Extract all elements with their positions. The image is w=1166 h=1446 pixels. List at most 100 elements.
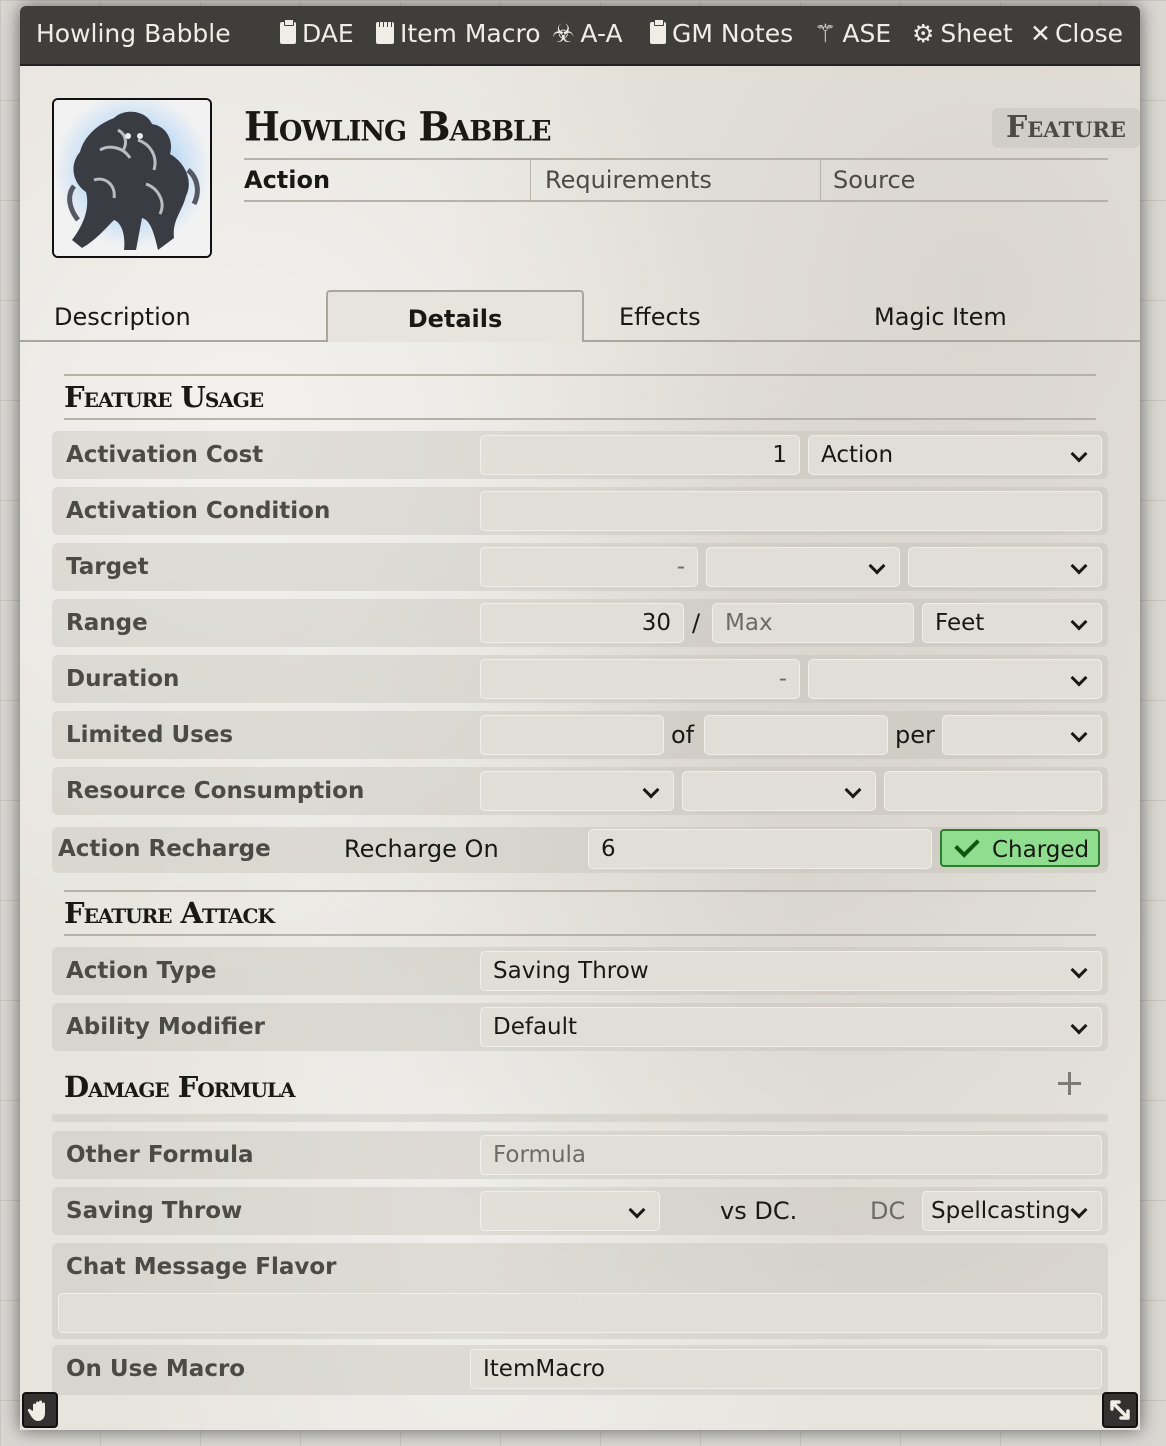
other-formula-label: Other Formula — [66, 1142, 254, 1168]
header-cell-divider — [820, 160, 821, 200]
recharge-value-input[interactable]: 6 — [588, 829, 932, 869]
damage-parts-list — [52, 1114, 1108, 1122]
consume-target-select[interactable] — [682, 771, 876, 811]
uses-per-text: per — [895, 721, 935, 749]
tab-underline — [20, 340, 326, 342]
close-button-label: Close — [1054, 19, 1124, 48]
requirements-field[interactable]: Requirements — [545, 160, 712, 200]
window-title: Howling Babble — [36, 19, 231, 48]
charged-label: Charged — [992, 837, 1090, 863]
ability-modifier-row: Ability Modifier Default — [52, 1003, 1108, 1051]
save-scaling-select[interactable]: Spellcasting — [922, 1191, 1102, 1231]
on-use-macro-input[interactable]: ItemMacro — [470, 1349, 1102, 1389]
item-macro-button-label: Item Macro — [400, 19, 541, 48]
feature-usage-heading: Feature Usage — [64, 380, 264, 414]
expand-arrows-icon — [1110, 1400, 1130, 1420]
action-type-select[interactable]: Saving Throw — [480, 951, 1102, 991]
sheet-tabs: Description Details Effects Magic Item — [20, 290, 1140, 342]
window-titlebar[interactable]: Howling Babble DAE Item Macro ☣ A-A GM No… — [20, 6, 1140, 66]
magic-wand-icon: ⚚ — [814, 19, 837, 48]
target-type-select[interactable] — [908, 547, 1102, 587]
duration-units-select[interactable] — [808, 659, 1102, 699]
charged-toggle-button[interactable]: Charged — [940, 829, 1100, 867]
range-long-input[interactable]: Max — [712, 603, 914, 643]
add-damage-button[interactable] — [1056, 1070, 1082, 1096]
damage-formula-heading: Damage Formula — [64, 1070, 296, 1104]
saving-throw-row: Saving Throw vs DC. DC Spellcasting — [52, 1187, 1108, 1235]
tab-description[interactable]: Description — [54, 290, 191, 340]
item-name[interactable]: Howling Babble — [244, 103, 552, 150]
dae-button-label: DAE — [302, 19, 354, 48]
gm-notes-button[interactable]: GM Notes — [650, 19, 793, 48]
uses-of-text: of — [671, 721, 695, 749]
automated-animations-button-label: A-A — [580, 19, 623, 48]
target-value-input[interactable]: - — [480, 547, 698, 587]
other-formula-input[interactable]: Formula — [480, 1135, 1102, 1175]
chat-flavor-row: Chat Message Flavor — [52, 1243, 1108, 1339]
activation-cost-row: Activation Cost 1 Action — [52, 431, 1108, 479]
action-type-row: Action Type Saving Throw — [52, 947, 1108, 995]
ase-button[interactable]: ⚚ ASE — [814, 19, 891, 48]
check-icon — [954, 832, 980, 858]
clipboard-icon — [650, 19, 666, 44]
section-divider — [64, 890, 1096, 892]
tab-details[interactable]: Details — [326, 290, 584, 342]
range-row: Range 30 / Max Feet — [52, 599, 1108, 647]
dc-value-text: DC — [870, 1197, 906, 1225]
activation-condition-input[interactable] — [480, 491, 1102, 531]
activation-cost-label: Activation Cost — [66, 442, 264, 468]
automated-animations-button[interactable]: ☣ A-A — [552, 19, 623, 48]
source-field[interactable]: Source — [833, 160, 915, 200]
consume-type-select[interactable] — [480, 771, 674, 811]
section-divider — [64, 418, 1096, 420]
action-recharge-row: Action Recharge Recharge On 6 Charged — [52, 827, 1108, 873]
duration-value-input[interactable]: - — [480, 659, 800, 699]
item-activation-summary: Action — [244, 166, 331, 194]
activation-cost-input[interactable]: 1 — [480, 435, 800, 475]
section-divider — [64, 374, 1096, 376]
gm-notes-button-label: GM Notes — [672, 19, 794, 48]
item-macro-button[interactable]: Item Macro — [376, 19, 541, 48]
header-cell-divider — [530, 160, 531, 200]
uses-value-input[interactable] — [480, 715, 664, 755]
close-button[interactable]: ✕ Close — [1030, 19, 1123, 48]
header-divider — [244, 200, 1108, 202]
uses-max-input[interactable] — [704, 715, 888, 755]
save-ability-select[interactable] — [480, 1191, 660, 1231]
target-label: Target — [66, 554, 149, 580]
limited-uses-row: Limited Uses of per — [52, 711, 1108, 759]
tab-magic-item[interactable]: Magic Item — [874, 290, 1007, 340]
on-use-macro-label: On Use Macro — [66, 1356, 246, 1382]
item-sheet-window: Howling Babble DAE Item Macro ☣ A-A GM No… — [20, 6, 1140, 1430]
range-units-select[interactable]: Feet — [922, 603, 1102, 643]
uses-period-select[interactable] — [942, 715, 1102, 755]
range-separator: / — [692, 609, 701, 637]
chat-flavor-input[interactable] — [58, 1293, 1102, 1333]
range-label: Range — [66, 610, 148, 636]
resource-consumption-row: Resource Consumption — [52, 767, 1108, 815]
sticky-note-icon — [376, 22, 394, 44]
other-formula-row: Other Formula Formula — [52, 1131, 1108, 1179]
target-units-select[interactable] — [706, 547, 900, 587]
dae-button[interactable]: DAE — [280, 19, 354, 48]
gear-icon: ⚙ — [912, 19, 935, 48]
sheet-button[interactable]: ⚙ Sheet — [912, 19, 1013, 48]
activation-type-select[interactable]: Action — [808, 435, 1102, 475]
section-divider — [64, 934, 1096, 936]
biohazard-icon: ☣ — [552, 19, 575, 48]
feature-attack-heading: Feature Attack — [64, 896, 275, 930]
range-value-input[interactable]: 30 — [480, 603, 684, 643]
hand-icon[interactable] — [22, 1392, 58, 1428]
tab-effects[interactable]: Effects — [619, 290, 701, 340]
item-type-badge: Feature — [992, 108, 1140, 148]
action-type-label: Action Type — [66, 958, 217, 984]
monster-portrait-icon — [54, 100, 210, 256]
consume-amount-input[interactable] — [884, 771, 1102, 811]
item-image[interactable] — [52, 98, 212, 258]
vs-dc-text: vs DC. — [720, 1197, 798, 1225]
close-icon: ✕ — [1030, 19, 1051, 48]
saving-throw-label: Saving Throw — [66, 1198, 243, 1224]
resize-handle-icon[interactable] — [1102, 1392, 1138, 1428]
limited-uses-label: Limited Uses — [66, 722, 234, 748]
ability-modifier-select[interactable]: Default — [480, 1007, 1102, 1047]
